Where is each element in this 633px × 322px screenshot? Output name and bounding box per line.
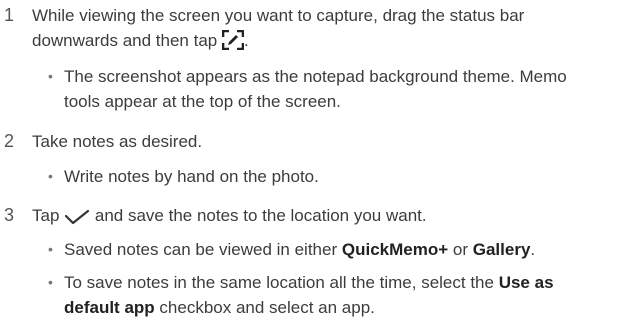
bullet-dot: • xyxy=(48,168,53,184)
bullet-text-fragment: . xyxy=(530,240,536,259)
step-number: 2 xyxy=(4,131,15,151)
step-text-fragment: . xyxy=(243,31,249,50)
bullet-text: The screenshot appears as the notepad ba… xyxy=(64,64,628,114)
bullet-text-fragment: checkbox and select an app. xyxy=(159,298,375,317)
bullet-text: Write notes by hand on the photo. xyxy=(64,167,319,186)
app-name-gallery: Gallery xyxy=(472,240,531,259)
bullet-text-line: default app checkbox and select an app. xyxy=(64,295,628,320)
step-text: Take notes as desired. xyxy=(32,132,203,151)
bullet-text-line: To save notes in the same location all t… xyxy=(64,270,628,295)
bullet-text: To save notes in the same location all t… xyxy=(64,270,628,320)
step-number: 3 xyxy=(4,205,15,225)
step-text-fragment: and save the notes to the location you w… xyxy=(94,206,427,225)
bullet-text-fragment: Saved notes can be viewed in either xyxy=(64,240,338,259)
bullet-dot: • xyxy=(48,68,53,84)
app-name-quickmemo: QuickMemo+ xyxy=(341,240,449,259)
step-text-fragment: Tap xyxy=(32,206,60,225)
option-label-use-as: Use as xyxy=(498,273,554,292)
option-label-default-app: default app xyxy=(64,298,155,317)
bullet-text-line: The screenshot appears as the notepad ba… xyxy=(64,67,567,86)
step-text-line: While viewing the screen you want to cap… xyxy=(32,6,525,25)
step-text-fragment: downwards and then tap xyxy=(32,31,218,50)
bullet-dot: • xyxy=(48,241,53,257)
step-number: 1 xyxy=(4,5,15,25)
checkmark-icon xyxy=(64,207,90,232)
bullet-text-line: tools appear at the top of the screen. xyxy=(64,92,341,111)
step-text-line: downwards and then tap . xyxy=(32,28,627,57)
bullet-text-fragment: or xyxy=(452,240,469,259)
step-text: While viewing the screen you want to cap… xyxy=(32,3,627,57)
step-text: Tap and save the notes to the location y… xyxy=(32,203,627,232)
instruction-page: 1 While viewing the screen you want to c… xyxy=(0,0,633,322)
edit-screenshot-icon xyxy=(221,29,245,57)
bullet-text: Saved notes can be viewed in either Quic… xyxy=(64,237,628,262)
bullet-text-fragment: To save notes in the same location all t… xyxy=(64,273,494,292)
bullet-dot: • xyxy=(48,274,53,290)
